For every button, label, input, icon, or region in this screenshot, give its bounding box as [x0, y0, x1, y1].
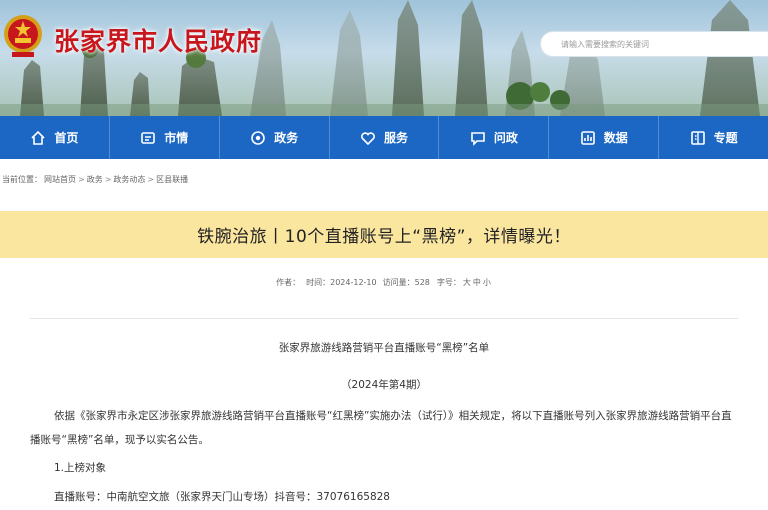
topic-icon — [690, 130, 705, 145]
font-size-small-button[interactable]: 小 — [483, 278, 491, 287]
nav-item-label: 问政 — [493, 131, 518, 145]
city-info-icon — [141, 131, 156, 144]
font-size-control: 字号：大中小 — [436, 277, 492, 288]
nav-item-label: 首页 — [54, 131, 79, 145]
nav-item-gov-affairs[interactable]: 政务 — [220, 116, 330, 159]
breadcrumb-link[interactable]: 网站首页 — [44, 174, 76, 185]
article-meta: 作者： 时间：2024-12-10 访问量：528 字号：大中小 — [0, 277, 768, 288]
nav-item-label: 政务 — [274, 131, 299, 145]
search-box[interactable] — [540, 31, 768, 57]
divider — [30, 318, 738, 319]
home-icon — [31, 130, 45, 145]
breadcrumb-link[interactable]: 政务动态 — [113, 174, 145, 185]
breadcrumb-prefix: 当前位置： — [2, 174, 42, 184]
nav-item-topic[interactable]: 专题 — [659, 116, 768, 159]
document-title: 张家界旅游线路营销平台直播账号“黑榜”名单 — [278, 342, 490, 354]
breadcrumb-separator: > — [78, 174, 85, 184]
meta-time: 时间：2024-12-10 — [306, 278, 377, 287]
article-title-band: 铁腕治旅丨10个直播账号上“黑榜”，详情曝光！ — [0, 211, 768, 258]
font-size-large-button[interactable]: 大 — [463, 278, 471, 287]
header-banner: 张家界市人民政府 — [0, 0, 768, 116]
main-nav: 首页 市情 政务 服务 问政 数据 专题 — [0, 116, 768, 159]
nav-item-consult[interactable]: 问政 — [439, 116, 550, 159]
article-paragraph: 依据《张家界市永定区涉张家界旅游线路营销平台直播账号“红黑榜”实施办法（试行）》… — [30, 410, 732, 446]
document-issue: （2024年第4期） — [341, 379, 427, 391]
breadcrumb-separator: > — [104, 174, 112, 184]
nav-item-city-info[interactable]: 市情 — [110, 116, 220, 159]
font-size-label: 字号： — [436, 278, 461, 287]
nav-item-label: 市情 — [164, 131, 189, 145]
meta-visits: 访问量：528 — [382, 278, 430, 287]
account-line: 直播账号：中南航空文旅（张家界天门山专场）抖音号：37076165828 — [54, 491, 390, 503]
nav-item-label: 数据 — [603, 131, 628, 145]
mountain-scenery-image — [0, 0, 768, 116]
nav-item-home[interactable]: 首页 — [0, 116, 110, 159]
nav-item-label: 专题 — [713, 131, 738, 145]
service-icon — [361, 131, 375, 145]
meta-author: 作者： — [276, 278, 301, 287]
breadcrumb-link[interactable]: 区县联播 — [156, 174, 188, 185]
search-input[interactable] — [561, 39, 768, 49]
gov-affairs-icon — [251, 130, 265, 145]
breadcrumb-separator: > — [147, 174, 155, 184]
breadcrumb: 当前位置： 网站首页 > 政务 > 政务动态 > 区县联播 — [0, 172, 188, 186]
breadcrumb-link[interactable]: 政务 — [87, 174, 103, 185]
data-icon — [580, 130, 595, 145]
nav-item-label: 服务 — [384, 131, 409, 145]
article-title: 铁腕治旅丨10个直播账号上“黑榜”，详情曝光！ — [197, 227, 571, 247]
section-heading: 1.上榜对象 — [54, 462, 107, 474]
nav-item-data[interactable]: 数据 — [549, 116, 660, 159]
font-size-medium-button[interactable]: 中 — [473, 278, 481, 287]
site-title[interactable]: 张家界市人民政府 — [54, 22, 262, 58]
nav-item-service[interactable]: 服务 — [330, 116, 440, 159]
national-emblem-icon — [4, 15, 42, 57]
consult-icon — [471, 131, 485, 146]
